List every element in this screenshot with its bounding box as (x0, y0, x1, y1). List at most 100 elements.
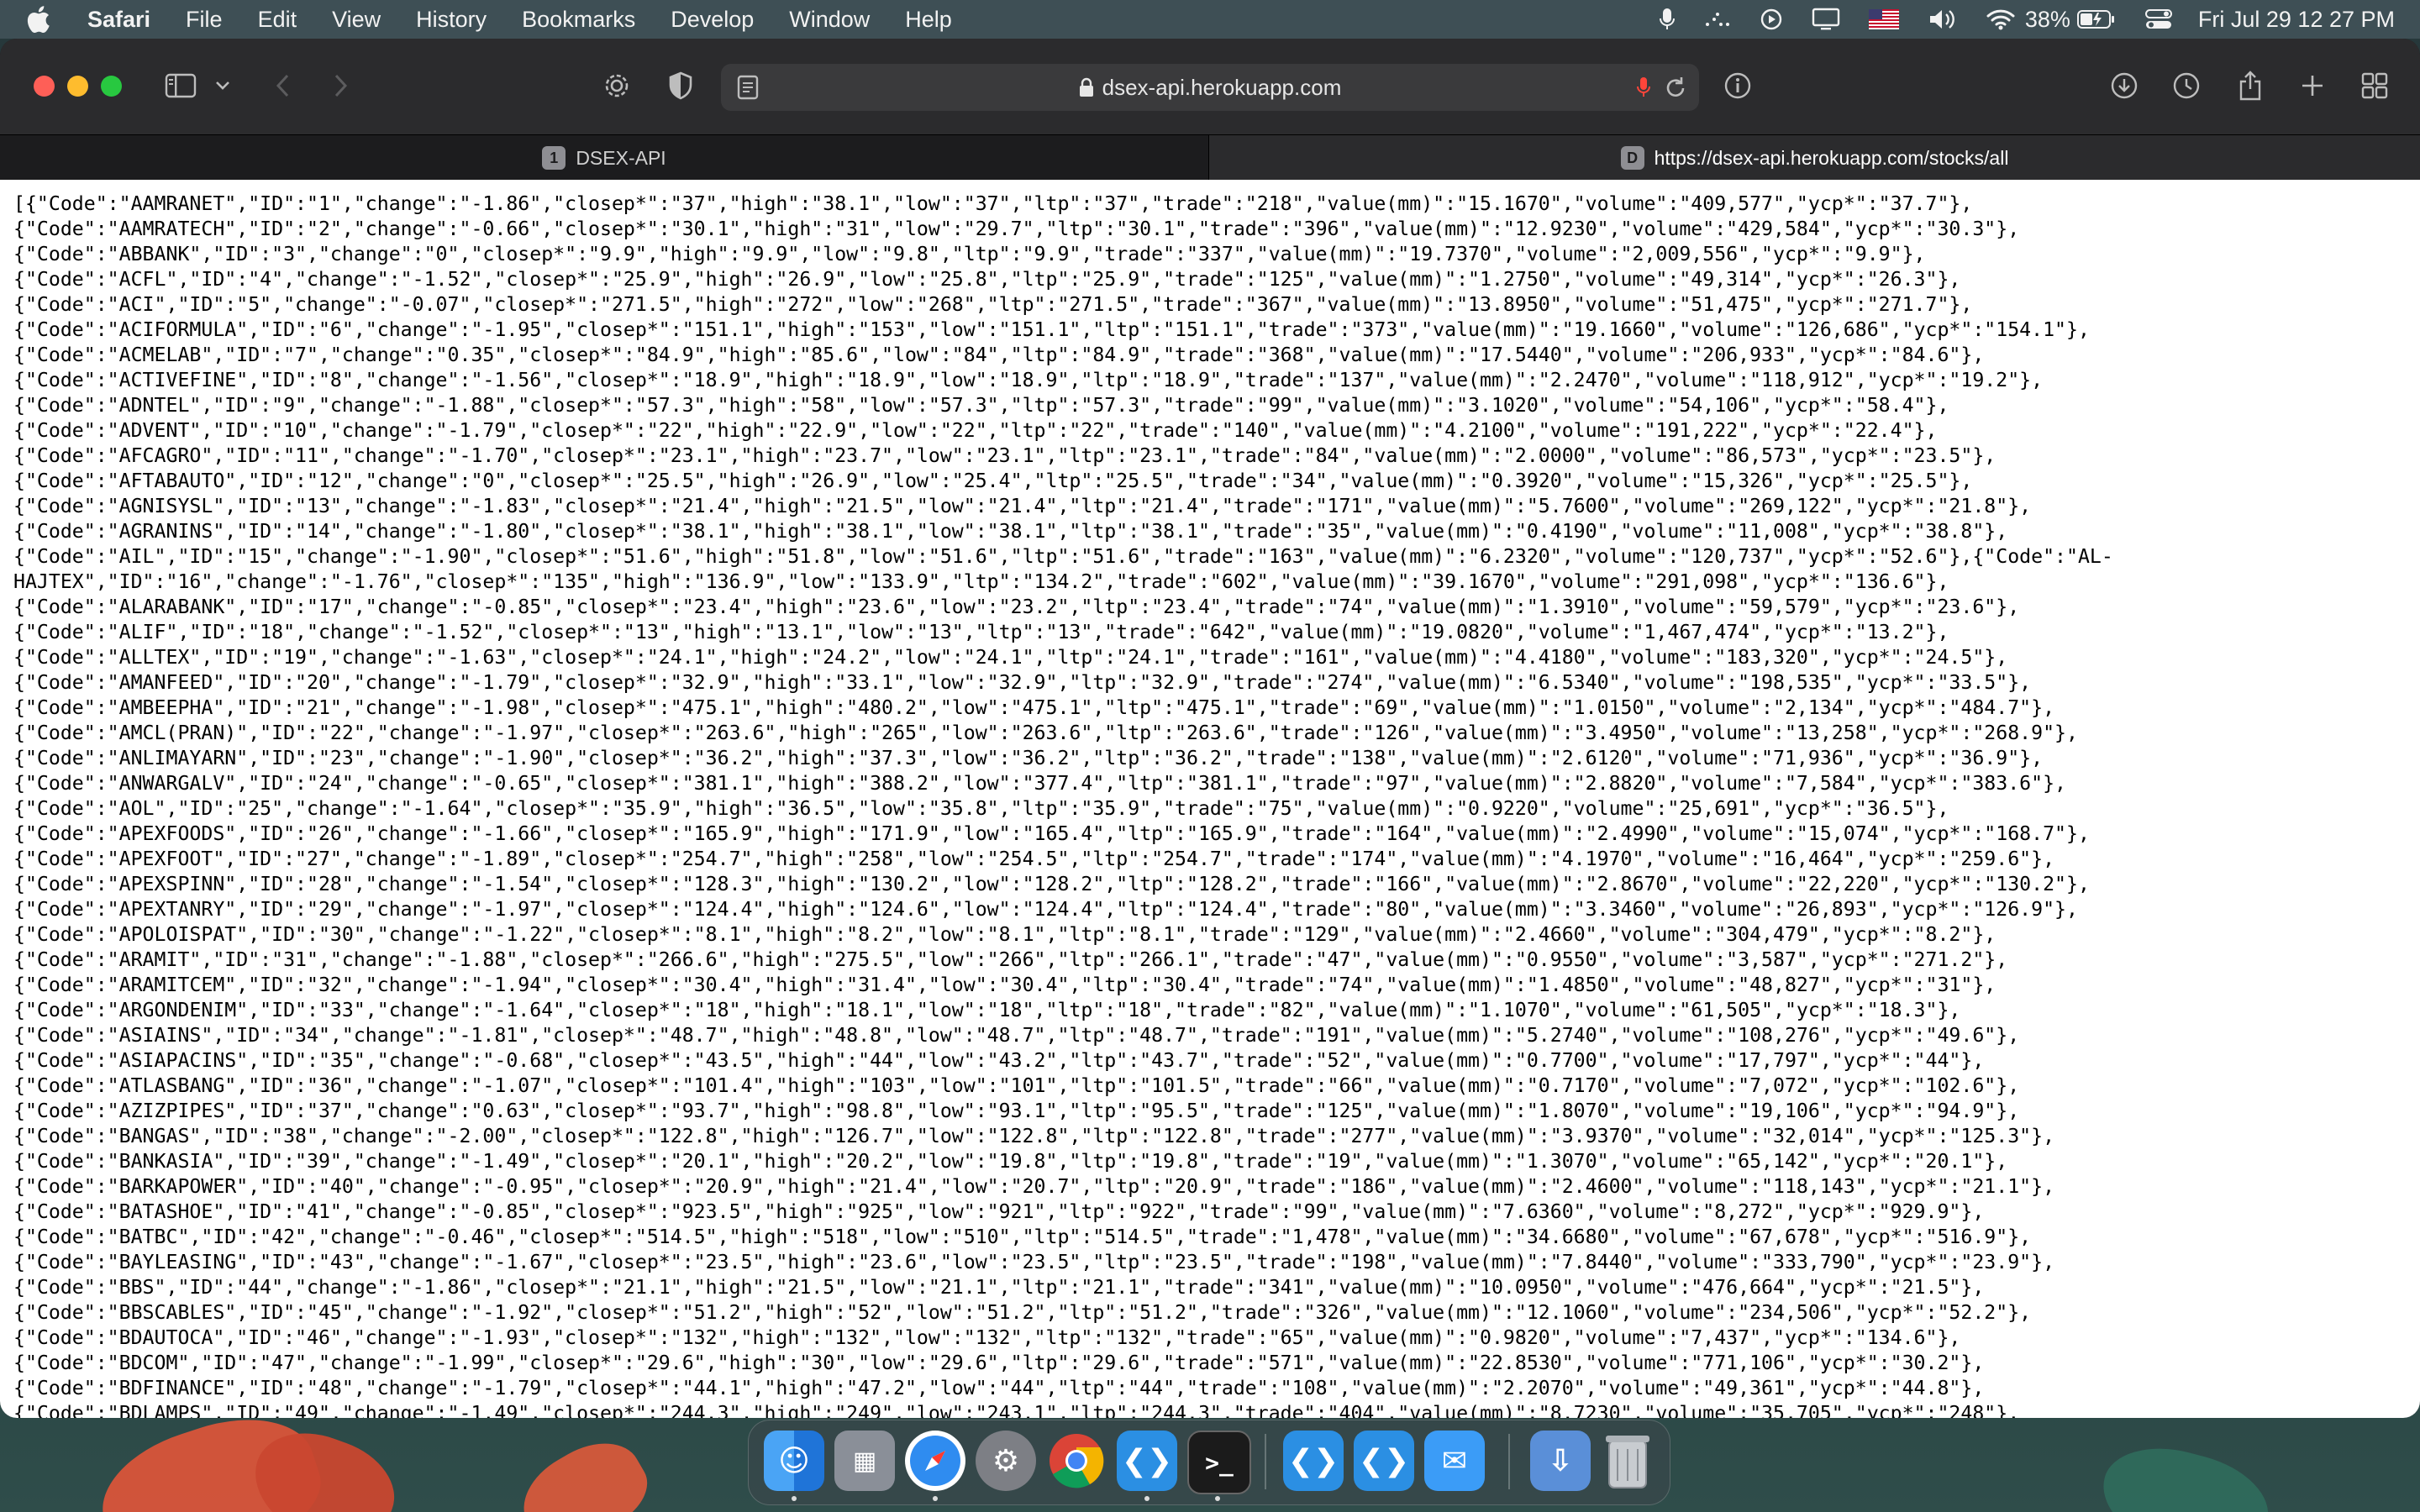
minimize-window-button[interactable] (67, 76, 88, 97)
downloads-folder-icon[interactable]: ⇩ (1530, 1431, 1591, 1491)
json-line: {"Code":"ALLTEX","ID":"19","change":"-1.… (13, 646, 2008, 669)
tab-bar: 1 DSEX-API D https://dsex-api.herokuapp.… (0, 134, 2420, 181)
trash-icon[interactable] (1597, 1431, 1658, 1491)
menu-file[interactable]: File (186, 7, 223, 33)
menu-window[interactable]: Window (789, 7, 870, 33)
json-line: {"Code":"ARGONDENIM","ID":"33","change":… (13, 999, 1961, 1021)
us-flag-icon[interactable] (1868, 9, 1899, 29)
json-line: {"Code":"ACTIVEFINE","ID":"8","change":"… (13, 369, 2044, 391)
json-line: {"Code":"AFCAGRO","ID":"11","change":"-1… (13, 444, 1996, 467)
menu-develop[interactable]: Develop (671, 7, 754, 33)
json-line: {"Code":"APEXTANRY","ID":"29","change":"… (13, 898, 2078, 921)
battery-charging-icon[interactable] (2076, 9, 2116, 29)
json-line: {"Code":"AIL","ID":"15","change":"-1.90"… (13, 545, 2113, 568)
json-line: {"Code":"APEXFOODS","ID":"26","change":"… (13, 822, 2090, 845)
dock-separator (1265, 1434, 1266, 1489)
json-line: {"Code":"BANGAS","ID":"38","change":"-2.… (13, 1125, 2055, 1147)
new-tab-plus-icon[interactable] (2294, 67, 2331, 104)
page-info-icon[interactable] (1719, 67, 1756, 104)
json-line: {"Code":"AGNISYSL","ID":"13","change":"-… (13, 495, 2032, 517)
json-line: {"Code":"BDCOM","ID":"47","change":"-1.9… (13, 1352, 1985, 1374)
lock-icon (1079, 77, 1093, 97)
json-line: {"Code":"ANLIMAYARN","ID":"23","change":… (13, 747, 2044, 769)
address-bar[interactable]: dsex-api.herokuapp.com (721, 64, 1699, 111)
running-indicator (933, 1496, 938, 1501)
json-line: {"Code":"APEXFOOT","ID":"27","change":"-… (13, 848, 2055, 870)
history-clock-icon[interactable] (2168, 67, 2205, 104)
menu-bookmarks[interactable]: Bookmarks (522, 7, 635, 33)
play-circle-icon[interactable] (1760, 8, 1783, 31)
json-line: {"Code":"ACI","ID":"5","change":"-0.07",… (13, 293, 1973, 316)
json-line: {"Code":"BATBC","ID":"42","change":"-0.4… (13, 1226, 2032, 1248)
json-line: {"Code":"AAMRATECH","ID":"2","change":"-… (13, 218, 2020, 240)
tab-group-chevron-down-icon[interactable] (212, 67, 234, 104)
menu-view[interactable]: View (332, 7, 381, 33)
back-chevron-icon[interactable] (264, 67, 301, 104)
share-icon[interactable] (2232, 67, 2269, 104)
tab-label: DSEX-API (576, 146, 666, 169)
url-display[interactable]: dsex-api.herokuapp.com (721, 64, 1699, 111)
volume-icon[interactable] (1928, 8, 1958, 31)
json-line: {"Code":"APEXSPINN","ID":"28","change":"… (13, 873, 2090, 895)
tab-favicon: D (1620, 146, 1644, 170)
voice-search-microphone-icon[interactable] (1632, 69, 1655, 106)
safari-icon[interactable] (905, 1431, 965, 1491)
json-line: {"Code":"AMANFEED","ID":"20","change":"-… (13, 671, 2032, 694)
launchpad-icon[interactable]: ▦ (834, 1431, 895, 1491)
menu-app-name[interactable]: Safari (87, 7, 150, 33)
json-line: {"Code":"ALIF","ID":"18","change":"-1.52… (13, 621, 1949, 643)
tab-dsex-api[interactable]: 1 DSEX-API (0, 135, 1209, 181)
tab-overview-grid-icon[interactable] (2356, 67, 2393, 104)
json-line: {"Code":"BDAUTOCA","ID":"46","change":"-… (13, 1326, 1961, 1349)
url-text: dsex-api.herokuapp.com (1102, 75, 1342, 100)
json-line: {"Code":"BATASHOE","ID":"41","change":"-… (13, 1200, 1985, 1223)
sidebar-toggle-icon[interactable] (161, 67, 200, 104)
menu-clock[interactable]: Fri Jul 29 12 27 PM (2198, 7, 2395, 33)
finder-icon[interactable]: ☺ (764, 1431, 824, 1491)
menu-edit[interactable]: Edit (258, 7, 297, 33)
json-line: {"Code":"ALARABANK","ID":"17","change":"… (13, 596, 2020, 618)
display-icon[interactable] (1812, 8, 1840, 31)
json-response-text: [{"Code":"AAMRANET","ID":"1","change":"-… (13, 192, 2407, 1418)
zoom-window-button[interactable] (101, 76, 122, 97)
forward-chevron-icon[interactable] (323, 67, 360, 104)
tab-stocks-all[interactable]: D https://dsex-api.herokuapp.com/stocks/… (1209, 135, 2420, 181)
reload-icon[interactable] (1659, 69, 1692, 106)
dock-separator (1508, 1434, 1510, 1489)
dots-status-icon[interactable] (1704, 9, 1731, 29)
menu-help[interactable]: Help (905, 7, 952, 33)
json-line: {"Code":"ARAMITCEM","ID":"32","change":"… (13, 974, 1996, 996)
chrome-icon[interactable] (1046, 1431, 1107, 1491)
json-line: {"Code":"ASIAPACINS","ID":"35","change":… (13, 1049, 1985, 1072)
microphone-icon[interactable] (1659, 8, 1676, 31)
json-line: {"Code":"ACMELAB","ID":"7","change":"0.3… (13, 344, 1985, 366)
close-window-button[interactable] (34, 76, 55, 97)
page-content[interactable]: [{"Code":"AAMRANET","ID":"1","change":"-… (0, 180, 2420, 1418)
json-line: {"Code":"ARAMIT","ID":"31","change":"-1.… (13, 948, 2008, 971)
json-line: {"Code":"APOLOISPAT","ID":"30","change":… (13, 923, 1996, 946)
vscode-icon[interactable]: ❮❯ (1283, 1431, 1344, 1491)
safari-window: dsex-api.herokuapp.com 1 DSEX-API D http… (0, 39, 2420, 1418)
vscode-icon[interactable]: ❮❯ (1354, 1431, 1414, 1491)
terminal-icon[interactable]: >_ (1187, 1431, 1251, 1494)
json-line: {"Code":"BBS","ID":"44","change":"-1.86"… (13, 1276, 1985, 1299)
apple-menu-icon[interactable] (25, 5, 50, 34)
extensions-gear-icon[interactable] (598, 67, 635, 104)
vscode-icon[interactable]: ❮❯ (1117, 1431, 1177, 1491)
control-center-icon[interactable] (2144, 8, 2173, 30)
mail-icon[interactable]: ✉ (1424, 1431, 1485, 1491)
json-line: {"Code":"BDLAMPS","ID":"49","change":"-1… (13, 1402, 2020, 1418)
json-line: {"Code":"ADNTEL","ID":"9","change":"-1.8… (13, 394, 1949, 417)
running-indicator (792, 1496, 797, 1501)
json-line: {"Code":"ABBANK","ID":"3","change":"0","… (13, 243, 1926, 265)
wifi-icon[interactable] (1986, 8, 2015, 30)
wallpaper-flower (2090, 1433, 2280, 1512)
running-indicator (1215, 1496, 1220, 1501)
settings-icon[interactable]: ⚙ (976, 1431, 1036, 1491)
json-line: HAJTEX","ID":"16","change":"-1.76","clos… (13, 570, 1949, 593)
wallpaper-flower (508, 1425, 660, 1512)
json-line: {"Code":"AGRANINS","ID":"14","change":"-… (13, 520, 2008, 543)
privacy-shield-icon[interactable] (662, 67, 699, 104)
menu-history[interactable]: History (416, 7, 487, 33)
downloads-icon[interactable] (2106, 67, 2143, 104)
